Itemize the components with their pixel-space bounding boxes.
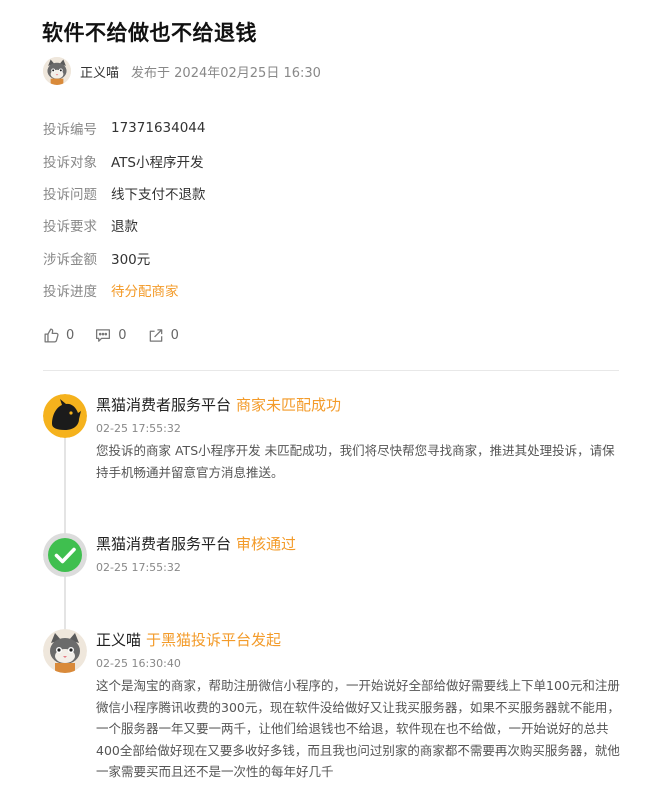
info-value: 17371634044 [111, 120, 206, 137]
comment-button[interactable]: 0 [94, 327, 127, 344]
complaint-title: 软件不给做也不给退钱 [42, 21, 257, 45]
info-value: ATS小程序开发 [111, 154, 204, 171]
info-row-id: 投诉编号 17371634044 [43, 112, 206, 144]
thumbs-up-icon [44, 328, 59, 343]
info-label: 投诉编号 [43, 122, 97, 139]
cat-avatar-icon[interactable] [43, 57, 71, 85]
author-row: 正义喵 发布于 2024年02月25日 16:30 [43, 57, 321, 85]
timeline-body: 正义喵 于黑猫投诉平台发起 02-25 16:30:40 这个是淘宝的商家，帮助注… [96, 629, 624, 783]
timeline-body: 黑猫消费者服务平台 商家未匹配成功 02-25 17:55:32 您投诉的商家 A… [96, 394, 624, 483]
timeline-time: 02-25 17:55:32 [96, 422, 181, 435]
share-count: 0 [170, 328, 179, 343]
timeline-line [64, 430, 66, 630]
progress-status: 待分配商家 [111, 284, 179, 301]
timeline-status: 于黑猫投诉平台发起 [146, 631, 282, 649]
timeline-status: 商家未匹配成功 [236, 396, 342, 414]
comment-icon [96, 329, 111, 342]
black-cat-icon [43, 394, 87, 438]
info-label: 投诉问题 [43, 186, 97, 203]
info-label: 投诉进度 [43, 284, 97, 301]
info-label: 投诉要求 [43, 219, 97, 236]
share-icon [149, 329, 162, 342]
info-row-amount: 涉诉金额 300元 [43, 242, 206, 274]
timeline-body: 黑猫消费者服务平台 审核通过 02-25 17:55:32 [96, 533, 624, 574]
info-value: 线下支付不退款 [111, 186, 206, 203]
timeline-time: 02-25 16:30:40 [96, 657, 181, 670]
timeline-name: 黑猫消费者服务平台 [96, 535, 232, 553]
divider [43, 370, 619, 371]
info-label: 投诉对象 [43, 154, 97, 171]
timeline-name: 黑猫消费者服务平台 [96, 396, 232, 414]
info-label: 涉诉金额 [43, 251, 97, 268]
publish-time: 发布于 2024年02月25日 16:30 [131, 65, 321, 81]
info-row-issue: 投诉问题 线下支付不退款 [43, 177, 206, 209]
complaint-info: 投诉编号 17371634044 投诉对象 ATS小程序开发 投诉问题 线下支付… [43, 112, 206, 306]
like-button[interactable]: 0 [43, 327, 74, 344]
check-icon [43, 533, 87, 577]
timeline-time: 02-25 17:55:32 [96, 561, 181, 574]
timeline-text: 您投诉的商家 ATS小程序开发 未匹配成功，我们将尽快帮您寻找商家，推进其处理投… [96, 443, 615, 480]
cat-avatar-icon [43, 629, 87, 673]
info-value: 退款 [111, 219, 138, 236]
share-button[interactable]: 0 [147, 327, 179, 344]
timeline-status: 审核通过 [236, 535, 297, 553]
info-value: 300元 [111, 251, 151, 268]
info-row-target: 投诉对象 ATS小程序开发 [43, 144, 206, 176]
info-row-progress: 投诉进度 待分配商家 [43, 274, 206, 306]
like-count: 0 [66, 328, 75, 343]
author-name[interactable]: 正义喵 [80, 62, 119, 81]
timeline-text: 这个是淘宝的商家，帮助注册微信小程序的，一开始说好全部给做好需要线上下单100元… [96, 678, 620, 779]
comment-count: 0 [118, 328, 127, 343]
info-row-request: 投诉要求 退款 [43, 209, 206, 241]
action-bar: 0 0 0 [43, 327, 199, 344]
timeline-name: 正义喵 [96, 631, 142, 649]
